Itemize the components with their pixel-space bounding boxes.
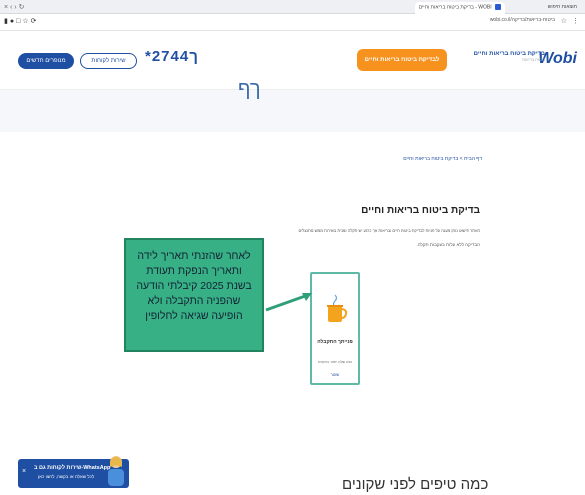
menu-icon[interactable]: ⋮ — [572, 17, 579, 25]
check-insurance-button[interactable]: לבדיקת ביטוח בריאות וחיים — [357, 49, 447, 71]
annotation-note: לאחר שהזנתי תאריך לידה ותאריך הנפקת תעוד… — [124, 238, 264, 352]
bookmark-icons[interactable]: ▮●□☆⟳ — [4, 17, 38, 25]
whatsapp-line2: לכל שאלה או בקשה, לחצו כאן — [38, 474, 95, 479]
star-icon[interactable]: ☆ — [561, 17, 567, 25]
window-controls[interactable]: × ‹ › ↻ — [4, 3, 24, 11]
intro-paragraph-2: הבדיקה ללא עלות בעקבות תקלה. — [416, 242, 480, 247]
brand-tagline: בדיקת ביטוח בריאות וחיים ביטוח בריאות — [474, 51, 545, 62]
address-bar: ▮●□☆⟳ wobi.co.il/ביטוח-בריאות/בדיקה ☆ ⋮ — [0, 14, 585, 31]
close-icon[interactable]: × — [22, 468, 26, 475]
card-title: פנייתך התקבלה — [317, 339, 353, 345]
tab-other[interactable]: תוצאות חיפוש — [544, 2, 581, 14]
page-title: בדיקת ביטוח בריאות וחיים — [361, 205, 480, 216]
card-link[interactable]: שוטר — [312, 372, 358, 377]
intro-paragraph: האתר פישוט נותן מענה על פניות לבדיקת ביט… — [298, 228, 480, 233]
agent-avatar-icon — [108, 456, 124, 486]
brand-line2: ביטוח בריאות — [522, 57, 545, 62]
breadcrumb[interactable]: דף הבית > בדיקת ביטוח בריאות וחיים — [403, 156, 482, 162]
hero-glyph: ךף — [238, 78, 261, 100]
phone-number[interactable]: *2744ך — [145, 48, 199, 65]
tab-active-label: בדיקת ביטוח בריאות וחיים - WOBI — [418, 4, 492, 11]
tab-other-label: תוצאות חיפוש — [547, 4, 577, 10]
card-subtitle: נציג שלנו יחזור בהקדם — [318, 360, 352, 364]
tips-heading: כמה טיפים לפני שקונים — [342, 476, 489, 493]
browser-tabbar: × ‹ › ↻ בדיקת ביטוח בריאות וחיים - WOBI … — [0, 0, 585, 14]
confirmation-card: פנייתך התקבלה נציג שלנו יחזור בהקדם שוטר — [310, 272, 360, 385]
wobi-favicon-icon — [495, 4, 501, 10]
customer-service-button[interactable]: שירות לקוחות — [80, 53, 137, 69]
tab-active[interactable]: בדיקת ביטוח בריאות וחיים - WOBI — [414, 2, 505, 14]
url-field[interactable]: wobi.co.il/ביטוח-בריאות/בדיקה — [490, 17, 555, 23]
arrow-icon — [265, 293, 312, 312]
whatsapp-widget[interactable]: × שירות לקוחות גם ב-WhatsApp לכל שאלה או… — [18, 456, 129, 488]
new-customers-button[interactable]: מנופרים חדשים — [18, 53, 74, 69]
hero-banner: ךף — [0, 78, 585, 132]
coffee-cup-icon — [327, 294, 348, 322]
whatsapp-line1: שירות לקוחות גם ב-WhatsApp — [34, 465, 111, 471]
